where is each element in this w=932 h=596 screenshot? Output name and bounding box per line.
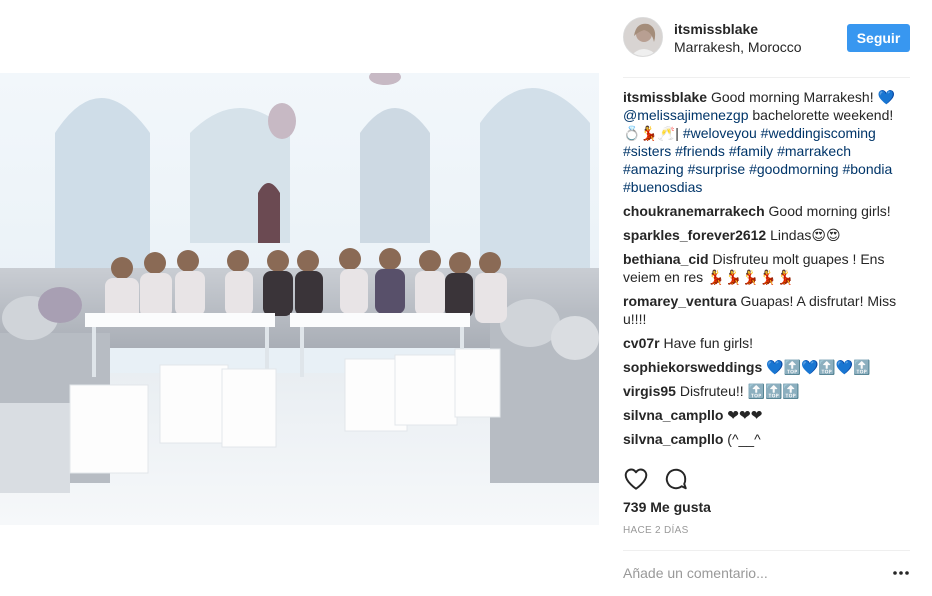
footer-divider [623, 550, 910, 551]
avatar-image-icon [624, 18, 662, 56]
hashtag[interactable]: #sisters [623, 143, 671, 159]
comment-text: Disfruteu!! 🔝🔝🔝 [679, 383, 800, 399]
post-photo[interactable] [0, 73, 599, 525]
comment-text: Good morning girls! [768, 203, 891, 219]
post-username[interactable]: itsmissblake [674, 21, 758, 37]
heart-outline-icon[interactable] [623, 466, 649, 492]
comment-text: Have fun girls! [663, 335, 753, 351]
caption-text: Good morning Marrakesh! 💙 [710, 89, 895, 105]
follow-button[interactable]: Seguir [847, 24, 910, 52]
comment-text: ❤❤❤ [727, 407, 763, 423]
comment-text: Lindas😍😍 [770, 227, 841, 243]
likes-count[interactable]: 739 Me gusta [623, 499, 711, 515]
comment-item: romarey_ventura Guapas! A disfrutar! Mis… [623, 292, 913, 328]
comment-item: silvna_campllo (^__^ [623, 430, 913, 448]
caption-mention[interactable]: @melissajimenezgp [623, 107, 748, 123]
hashtag[interactable]: #amazing [623, 161, 684, 177]
comment-text: 💙🔝💙🔝💙🔝 [766, 359, 871, 375]
more-options-icon[interactable] [892, 566, 910, 580]
hashtag[interactable]: #friends [675, 143, 725, 159]
comment-username[interactable]: bethiana_cid [623, 251, 709, 267]
comment-username[interactable]: romarey_ventura [623, 293, 737, 309]
post-side-panel: itsmissblake Marrakesh, Morocco Seguir i… [600, 0, 932, 596]
comment-item: virgis95 Disfruteu!! 🔝🔝🔝 [623, 382, 913, 400]
caption: itsmissblake Good morning Marrakesh! 💙 @… [623, 88, 913, 196]
comment-item: silvna_campllo ❤❤❤ [623, 406, 913, 424]
header-divider [623, 77, 910, 78]
comment-username[interactable]: sophiekorsweddings [623, 359, 762, 375]
post-header: itsmissblake Marrakesh, Morocco Seguir [623, 17, 913, 61]
hashtag[interactable]: #weddingiscoming [761, 125, 876, 141]
hashtag[interactable]: #buenosdias [623, 179, 702, 195]
comment-username[interactable]: silvna_campllo [623, 431, 723, 447]
comment-bubble-icon[interactable] [663, 466, 689, 492]
post-location[interactable]: Marrakesh, Morocco [674, 39, 802, 55]
post-timestamp[interactable]: HACE 2 DÍAS [623, 525, 689, 536]
hashtag[interactable]: #bondia [842, 161, 892, 177]
hashtag[interactable]: #family [729, 143, 773, 159]
comment-item: cv07r Have fun girls! [623, 334, 913, 352]
hashtag[interactable]: #goodmorning [749, 161, 839, 177]
hashtag[interactable]: #surprise [688, 161, 746, 177]
comment-username[interactable]: cv07r [623, 335, 660, 351]
caption-username[interactable]: itsmissblake [623, 89, 707, 105]
caption-emoji: 💍💃🥂| [623, 125, 679, 141]
comment-username[interactable]: virgis95 [623, 383, 676, 399]
photo-illustration [0, 73, 599, 525]
comment-item: sparkles_forever2612 Lindas😍😍 [623, 226, 913, 244]
comment-item: choukranemarrakech Good morning girls! [623, 202, 913, 220]
avatar[interactable] [623, 17, 663, 57]
caption-text-mid: bachelorette weekend! [752, 107, 894, 123]
comment-username[interactable]: sparkles_forever2612 [623, 227, 766, 243]
comment-username[interactable]: silvna_campllo [623, 407, 723, 423]
hashtag[interactable]: #marrakech [777, 143, 851, 159]
comment-item: bethiana_cid Disfruteu molt guapes ! Ens… [623, 250, 913, 286]
post-photo-area [0, 0, 600, 596]
post-actions [623, 466, 703, 492]
comment-text: (^__^ [727, 431, 761, 447]
comment-item: sophiekorsweddings 💙🔝💙🔝💙🔝 [623, 358, 913, 376]
comment-username[interactable]: choukranemarrakech [623, 203, 765, 219]
comments-list: itsmissblake Good morning Marrakesh! 💙 @… [623, 88, 913, 454]
hashtag[interactable]: #weloveyou [683, 125, 757, 141]
add-comment-input[interactable] [623, 563, 863, 583]
